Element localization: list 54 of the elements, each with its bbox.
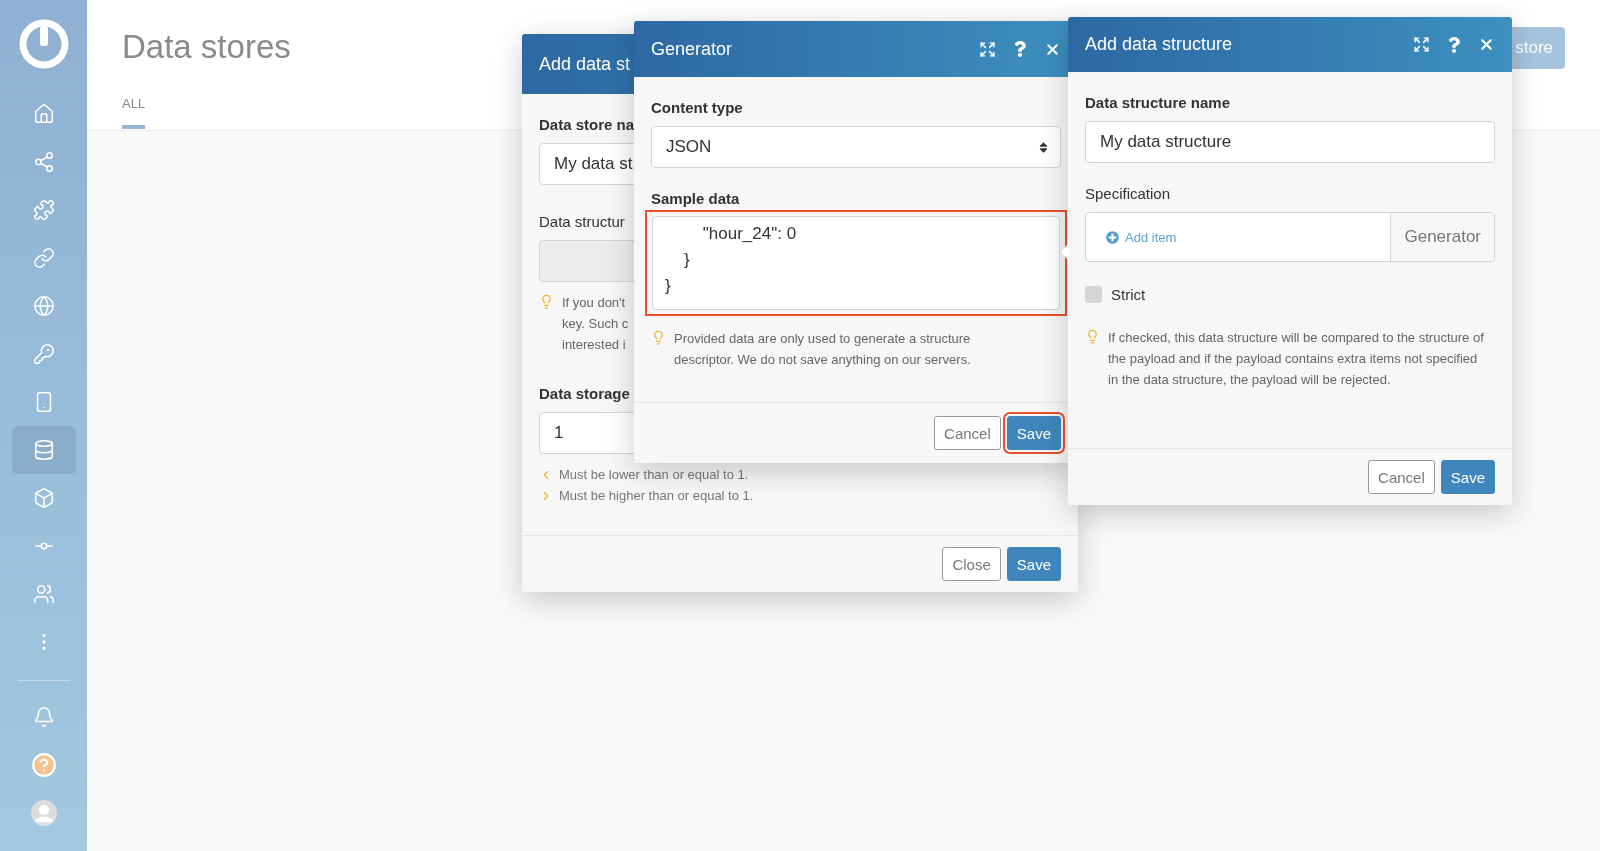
hint-text: If you don't xyxy=(562,294,627,312)
hint-text: If checked, this data structure will be compared to the structure of the payload and if the payload contains extra items not specified in the data structure, the payload will be rejected. xyxy=(1108,329,1485,389)
sort-icon xyxy=(1037,140,1050,154)
close-icon[interactable] xyxy=(1478,36,1495,53)
database-icon[interactable] xyxy=(32,439,55,461)
dialog-title: Generator xyxy=(651,38,734,60)
field-label: Data store na xyxy=(539,116,636,133)
avatar-icon[interactable] xyxy=(30,800,57,826)
add-item-link[interactable]: Add item xyxy=(1086,213,1391,261)
field-label: Data structur xyxy=(539,213,626,230)
hint-text: interested i xyxy=(562,336,627,354)
content-type-select[interactable]: JSON xyxy=(651,126,1061,168)
logo-icon[interactable] xyxy=(17,18,70,70)
checkbox-label: Strict xyxy=(1111,286,1146,303)
dialog-title: Add data st xyxy=(539,53,632,75)
field-label: Data storage xyxy=(539,385,631,402)
expand-icon[interactable] xyxy=(979,40,996,58)
share-icon[interactable] xyxy=(32,151,55,173)
sample-data-field[interactable]: "hour_24": 0 } } xyxy=(652,216,1060,310)
cancel-button[interactable]: Cancel xyxy=(934,416,1001,450)
field-label: Specification xyxy=(1085,185,1172,202)
help-icon[interactable] xyxy=(1012,41,1028,57)
field-label: Content type xyxy=(651,99,744,116)
save-button[interactable]: Save xyxy=(1006,547,1061,581)
home-icon[interactable] xyxy=(32,103,55,125)
hint-text: key. Such c xyxy=(562,315,629,333)
validation-text: Must be higher than or equal to 1. xyxy=(559,487,754,505)
users-icon[interactable] xyxy=(32,583,55,605)
sidebar-item[interactable] xyxy=(11,426,76,474)
cube-icon[interactable] xyxy=(32,487,55,509)
bulb-icon xyxy=(1085,329,1100,344)
strict-checkbox[interactable] xyxy=(1085,286,1102,303)
help-icon[interactable] xyxy=(1446,36,1462,53)
link-icon[interactable] xyxy=(32,247,55,269)
dialog-title: Add data structure xyxy=(1085,34,1234,55)
bell-icon[interactable] xyxy=(32,706,55,728)
help-icon[interactable] xyxy=(30,752,57,778)
globe-icon[interactable] xyxy=(32,295,55,317)
hint-text: Provided data are only used to generate a structure descriptor. We do not save anything on our servers. xyxy=(674,330,972,369)
bulb-icon xyxy=(539,294,554,309)
name-field[interactable]: My data structure xyxy=(1085,121,1495,163)
save-button[interactable]: Save xyxy=(1440,460,1495,494)
puzzle-icon[interactable] xyxy=(32,199,55,221)
generator-button[interactable]: Generator xyxy=(1390,213,1494,261)
bulb-icon xyxy=(651,330,666,345)
close-button[interactable]: Close xyxy=(942,547,1001,581)
field-label: Data structure name xyxy=(1085,94,1232,111)
validation-text: Must be lower than or equal to 1. xyxy=(559,466,749,484)
tab[interactable]: ALL xyxy=(122,96,146,129)
page-title: Data stores xyxy=(122,28,291,66)
expand-icon[interactable] xyxy=(1413,36,1430,53)
key-icon[interactable] xyxy=(32,343,55,365)
cancel-button[interactable]: Cancel xyxy=(1368,460,1435,494)
field-label: Sample data xyxy=(651,190,741,207)
